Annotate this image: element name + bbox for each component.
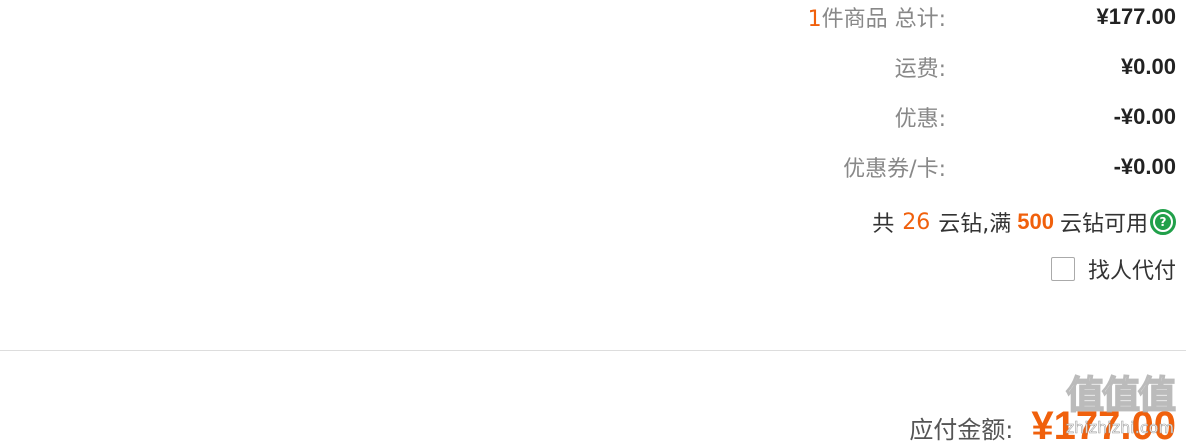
summary-row-shipping: 运费: ¥0.00: [895, 52, 1176, 82]
help-glyph: ?: [1155, 214, 1171, 230]
shipping-label: 运费:: [894, 57, 946, 82]
coin-available-count: 26: [902, 209, 931, 235]
coin-threshold: 500: [1017, 209, 1054, 234]
item-count-text: 件商品 总计:: [821, 7, 946, 32]
shipping-value: ¥0.00: [1120, 54, 1176, 79]
proxy-pay-checkbox[interactable]: [1050, 257, 1075, 281]
summary-row-coupon: 优惠券/卡: -¥0.00: [843, 152, 1176, 182]
discount-label: 优惠:: [894, 107, 946, 132]
coin-middle-text: 云钻,满: [938, 212, 1012, 237]
payable-label: 应付金额:: [909, 416, 1014, 444]
coin-suffix: 云钻可用: [1059, 212, 1148, 237]
payable-amount: ¥177.00: [1031, 404, 1176, 448]
coupon-value: -¥0.00: [1113, 154, 1176, 179]
proxy-pay-label: 找人代付: [1087, 259, 1176, 284]
item-count-label: 1件商品 总计:: [808, 1, 946, 33]
summary-row-total: 1件商品 总计: ¥177.00: [808, 2, 1176, 32]
divider: [0, 350, 1186, 351]
coupon-label: 优惠券/卡:: [843, 157, 946, 182]
items-total-value: ¥177.00: [1096, 4, 1176, 29]
item-count: 1: [807, 7, 822, 32]
payable-total: 应付金额: ¥177.00: [909, 400, 1176, 448]
coin-prefix: 共: [872, 212, 895, 237]
discount-value: -¥0.00: [1113, 104, 1176, 129]
cloud-diamond-info: 共 26 云钻,满 500 云钻可用 ?: [872, 205, 1176, 239]
proxy-pay-option[interactable]: 找人代付: [1050, 252, 1176, 286]
summary-row-discount: 优惠: -¥0.00: [895, 102, 1176, 132]
question-circle-icon[interactable]: ?: [1150, 209, 1176, 235]
